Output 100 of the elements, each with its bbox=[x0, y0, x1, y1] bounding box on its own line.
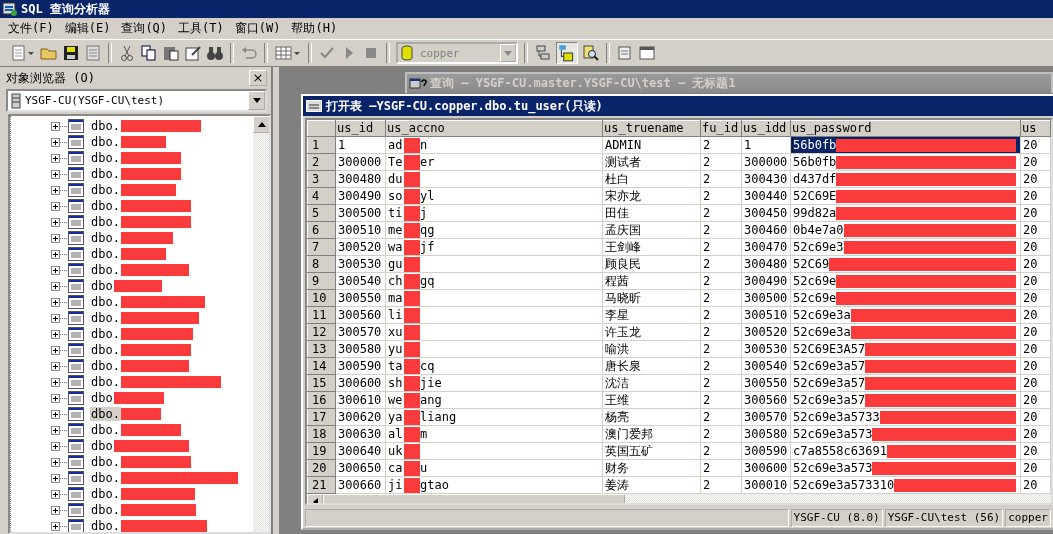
tree-item[interactable]: dbo bbox=[90, 439, 114, 453]
expand-icon[interactable] bbox=[51, 169, 60, 179]
expand-icon[interactable] bbox=[51, 457, 60, 467]
table-cell: 300470 bbox=[741, 238, 791, 256]
expand-icon[interactable] bbox=[51, 521, 60, 531]
new-query-icon[interactable] bbox=[10, 44, 36, 62]
expand-icon[interactable] bbox=[51, 121, 60, 131]
tree-item[interactable]: dbo. bbox=[90, 311, 121, 325]
table-cell: 300000 bbox=[741, 153, 791, 171]
tree-item[interactable]: dbo. bbox=[90, 343, 121, 357]
tree-item[interactable]: dbo. bbox=[90, 167, 121, 181]
object-browser-icon[interactable] bbox=[556, 42, 578, 64]
copy-icon[interactable] bbox=[140, 44, 158, 62]
tree-item[interactable]: dbo bbox=[90, 279, 114, 293]
table-cell: al bbox=[388, 426, 404, 442]
table-cell: 1 bbox=[335, 136, 386, 154]
server-dropdown[interactable]: YSGF-CU(YSGF-CU\test) bbox=[6, 89, 267, 112]
save-icon[interactable] bbox=[62, 44, 80, 62]
tree-item[interactable]: dbo. bbox=[90, 263, 121, 277]
window-title: SQL 查询分析器 bbox=[21, 0, 110, 18]
search-icon[interactable] bbox=[582, 44, 600, 62]
expand-icon[interactable] bbox=[51, 153, 60, 163]
window-icon[interactable] bbox=[638, 44, 656, 62]
tree-item[interactable]: dbo. bbox=[90, 359, 121, 373]
tree-item[interactable]: dbo. bbox=[90, 135, 121, 149]
expand-icon[interactable] bbox=[51, 329, 60, 339]
edit-icon[interactable] bbox=[184, 44, 202, 62]
expand-icon[interactable] bbox=[51, 505, 60, 515]
table-cell: ma bbox=[388, 290, 404, 306]
column-header[interactable]: us_idd bbox=[741, 120, 791, 137]
table-icon bbox=[68, 375, 84, 389]
tree-item[interactable]: dbo bbox=[90, 391, 114, 405]
expand-icon[interactable] bbox=[51, 377, 60, 387]
table-cell: 52c69e bbox=[793, 290, 837, 306]
column-header[interactable]: us_accno bbox=[385, 120, 603, 137]
tree-item[interactable]: dbo. bbox=[90, 231, 121, 245]
redaction-bar bbox=[120, 184, 176, 196]
expand-icon[interactable] bbox=[51, 473, 60, 483]
grid-icon[interactable] bbox=[274, 44, 302, 62]
tree-item[interactable]: dbo. bbox=[90, 423, 121, 437]
tree-item[interactable]: dbo. bbox=[90, 407, 121, 421]
tree-item[interactable]: dbo. bbox=[90, 215, 121, 229]
expand-icon[interactable] bbox=[51, 265, 60, 275]
tree-item[interactable]: dbo. bbox=[90, 295, 121, 309]
table-cell: 52c69e3a573310 bbox=[793, 477, 895, 493]
tree-item[interactable]: dbo. bbox=[90, 151, 121, 165]
tree-item[interactable]: dbo. bbox=[90, 327, 121, 341]
column-header[interactable]: us_password bbox=[790, 120, 1021, 137]
tree-item[interactable]: dbo. bbox=[90, 375, 121, 389]
expand-icon[interactable] bbox=[51, 249, 60, 259]
column-header[interactable]: us bbox=[1020, 120, 1051, 137]
menu-item[interactable]: 编辑(E) bbox=[64, 20, 111, 37]
redaction-bar bbox=[404, 409, 420, 425]
paste-icon[interactable] bbox=[162, 44, 180, 62]
tree-item[interactable]: dbo. bbox=[90, 199, 121, 213]
expand-icon[interactable] bbox=[51, 489, 60, 499]
scrollbar[interactable] bbox=[253, 116, 269, 532]
expand-icon[interactable] bbox=[51, 409, 60, 419]
column-header[interactable]: fu_id bbox=[700, 120, 742, 137]
expand-icon[interactable] bbox=[51, 137, 60, 147]
binoculars-icon[interactable] bbox=[206, 44, 224, 62]
column-header[interactable]: us_id bbox=[335, 120, 386, 137]
tree-item[interactable]: dbo. bbox=[90, 503, 121, 517]
tree-item[interactable]: dbo. bbox=[90, 183, 121, 197]
menu-item[interactable]: 查询(Q) bbox=[121, 20, 168, 37]
expand-icon[interactable] bbox=[51, 425, 60, 435]
expand-icon[interactable] bbox=[51, 201, 60, 211]
table-cell: 300480 bbox=[741, 255, 791, 273]
column-header[interactable]: us_truename bbox=[602, 120, 701, 137]
expand-icon[interactable] bbox=[51, 185, 60, 195]
menu-item[interactable]: 文件(F) bbox=[8, 20, 54, 37]
expand-icon[interactable] bbox=[51, 281, 60, 291]
menu-item[interactable]: 窗口(W) bbox=[234, 20, 281, 37]
expand-icon[interactable] bbox=[51, 361, 60, 371]
table-cell: qg bbox=[420, 223, 435, 237]
expand-icon[interactable] bbox=[51, 345, 60, 355]
expand-icon[interactable] bbox=[51, 313, 60, 323]
tree-item[interactable]: dbo. bbox=[90, 487, 121, 501]
tree-item[interactable]: dbo. bbox=[90, 471, 121, 485]
close-button[interactable]: × bbox=[249, 70, 267, 86]
expand-icon[interactable] bbox=[51, 297, 60, 307]
redaction-bar bbox=[404, 239, 420, 255]
expand-icon[interactable] bbox=[51, 393, 60, 403]
menu-item[interactable]: 工具(T) bbox=[178, 20, 224, 37]
expand-icon[interactable] bbox=[51, 441, 60, 451]
object-list-icon[interactable] bbox=[534, 44, 552, 62]
scissors-icon[interactable] bbox=[118, 44, 136, 62]
redaction-bar bbox=[404, 375, 420, 391]
redaction-bar bbox=[404, 341, 420, 357]
tree-item[interactable]: dbo. bbox=[90, 247, 121, 261]
menu-item[interactable]: 帮助(H) bbox=[291, 20, 338, 37]
table-cell: 2 bbox=[700, 442, 742, 460]
tree-item[interactable]: dbo. bbox=[90, 519, 121, 532]
tree-item[interactable]: dbo. bbox=[90, 455, 121, 469]
tree-item[interactable]: dbo. bbox=[90, 119, 121, 133]
table-cell: 0b4e7a0 bbox=[793, 222, 844, 238]
expand-icon[interactable] bbox=[51, 217, 60, 227]
table-icon bbox=[68, 407, 84, 421]
expand-icon[interactable] bbox=[51, 233, 60, 243]
table-icon bbox=[68, 263, 84, 277]
